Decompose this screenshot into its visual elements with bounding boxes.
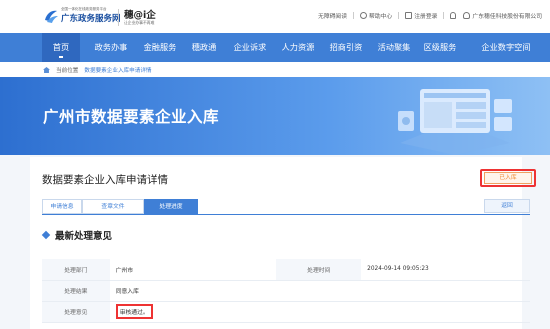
detail-tabs: 申请信息 查章文件 处理进度 — [42, 199, 198, 214]
nav-label: 穗政通 — [191, 42, 217, 52]
status-badge: 已入库 — [484, 172, 532, 184]
breadcrumb-current[interactable]: 数据要素企业入库申请详情 — [84, 66, 151, 74]
label-result: 处理结果 — [42, 280, 110, 302]
brand-slogan: 让企业办事不再难 — [124, 20, 155, 25]
breadcrumb: 当前位置 数据要素企业入库申请详情 — [43, 66, 152, 74]
label-time: 处理时间 — [276, 259, 362, 281]
breadcrumb-prefix: 当前位置 — [56, 68, 79, 74]
nav-item-district-services[interactable]: 区级服务 — [418, 33, 462, 62]
tab-processing-progress[interactable]: 处理进度 — [144, 199, 198, 214]
label-department: 处理部门 — [42, 259, 110, 281]
divider — [443, 12, 445, 19]
logo-divider — [118, 9, 119, 26]
nav-item-home[interactable]: 首页 — [42, 33, 80, 62]
brand-name[interactable]: 穗@i企 — [124, 7, 156, 21]
table-row: 处理意见 审核通过。 — [42, 301, 530, 323]
help-icon — [360, 12, 368, 19]
nav-label: 企业数字空间 — [481, 42, 531, 52]
gov-logo-icon — [45, 10, 58, 23]
tab-seal-documents[interactable]: 查章文件 — [82, 199, 144, 214]
nav-item-enterprise-appeal[interactable]: 企业诉求 — [228, 33, 272, 62]
nav-item-government[interactable]: 政务办事 — [88, 33, 134, 62]
divider — [460, 12, 461, 19]
tab-application-info[interactable]: 申请信息 — [42, 199, 82, 214]
active-indicator — [59, 56, 63, 58]
nav-item-events[interactable]: 活动聚集 — [372, 33, 416, 62]
label-opinion: 处理意见 — [42, 301, 110, 323]
value-result: 同意入库 — [109, 280, 530, 302]
nav-item-suizhengtong[interactable]: 穗政通 — [186, 33, 222, 62]
main-nav: 首页 政务办事 金融服务 穗政通 企业诉求 人力资源 招商引资 活动聚集 区级服… — [0, 33, 550, 62]
nav-item-digital-space[interactable]: 企业数字空间 — [466, 33, 546, 62]
help-center-link[interactable]: 帮助中心 — [369, 11, 392, 20]
nav-item-human-resources[interactable]: 人力资源 — [276, 33, 320, 62]
nav-label: 政务办事 — [94, 42, 128, 52]
table-row: 处理部门 广州市 处理时间 2024-09-14 09:05:23 — [42, 259, 530, 281]
bell-icon[interactable] — [450, 12, 457, 19]
nav-label: 人力资源 — [281, 42, 315, 52]
nav-label: 区级服务 — [423, 42, 457, 52]
nav-item-finance[interactable]: 金融服务 — [138, 33, 182, 62]
top-links: 无障碍阅读 帮助中心 注册登录 广东穗佳科技股份有限公司 — [318, 11, 542, 20]
section-heading: 最新处理意见 — [41, 228, 113, 242]
user-icon — [463, 12, 471, 19]
banner-title: 广州市数据要素企业入库 — [43, 108, 220, 126]
nav-label: 首页 — [52, 42, 70, 52]
register-icon — [405, 12, 413, 19]
return-button[interactable]: 返回 — [484, 199, 530, 213]
value-department: 广州市 — [109, 259, 277, 281]
diamond-icon — [41, 230, 51, 240]
register-login-link[interactable]: 注册登录 — [414, 11, 437, 20]
home-icon[interactable] — [43, 67, 50, 73]
value-time: 2024-09-14 09:05:23 — [361, 259, 530, 281]
value-opinion-cell: 审核通过。 — [109, 301, 530, 323]
table-row: 处理结果 同意入库 — [42, 280, 530, 302]
opinion-highlight: 审核通过。 — [115, 304, 153, 319]
nav-label: 企业诉求 — [233, 42, 267, 52]
divider — [353, 12, 355, 19]
nav-label: 招商引资 — [329, 42, 363, 52]
tabs-underline — [42, 214, 530, 215]
accessibility-link[interactable]: 无障碍阅读 — [318, 11, 347, 20]
page-banner: 广州市数据要素企业入库 — [0, 77, 550, 155]
nav-label: 金融服务 — [143, 42, 177, 52]
section-title: 最新处理意见 — [55, 231, 113, 242]
top-header: 全国一体化在线政务服务平台 广东政务服务网 穗@i企 让企业办事不再难 无障碍阅… — [0, 0, 550, 33]
page-title: 数据要素企业入库申请详情 — [42, 174, 168, 186]
data-platform-illustration-icon — [398, 89, 512, 155]
user-company-name[interactable]: 广东穗佳科技股份有限公司 — [472, 11, 542, 20]
processing-info-table: 处理部门 广州市 处理时间 2024-09-14 09:05:23 处理结果 同… — [42, 259, 530, 323]
logo-title[interactable]: 广东政务服务网 — [61, 12, 121, 24]
nav-label: 活动聚集 — [377, 42, 411, 52]
nav-item-investment[interactable]: 招商引资 — [324, 33, 368, 62]
divider — [398, 12, 400, 19]
